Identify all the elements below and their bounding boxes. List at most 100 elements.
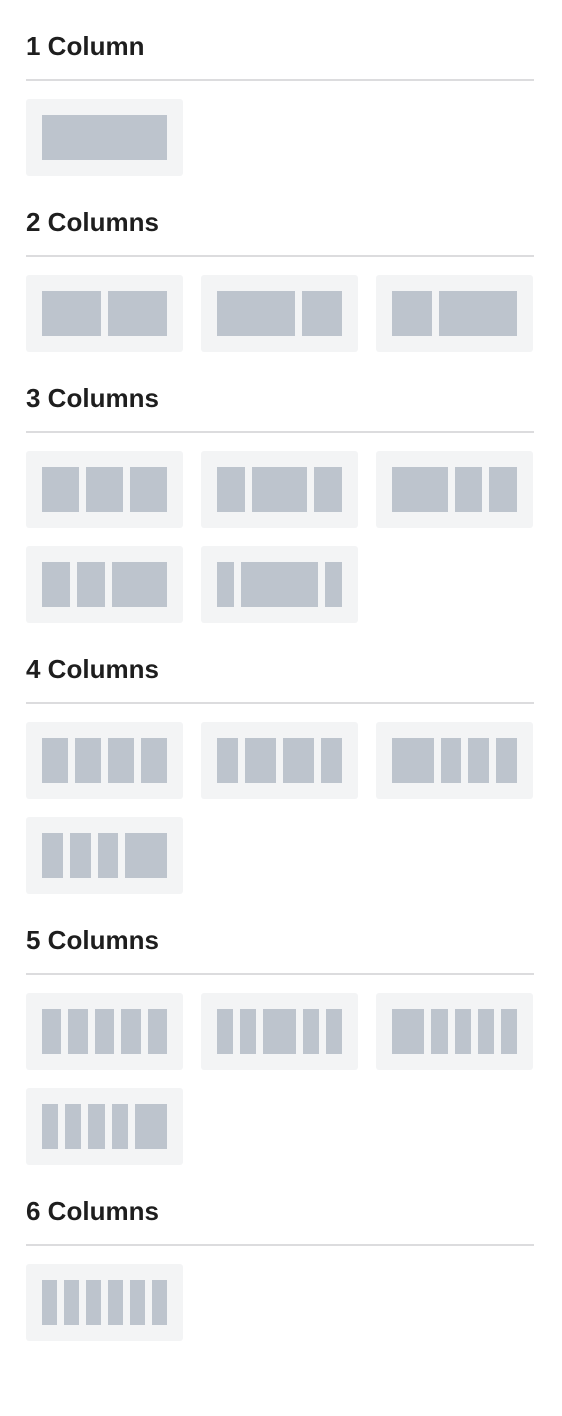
section-divider <box>26 973 534 975</box>
layout-preview <box>42 1280 167 1325</box>
section-title: 6 Columns <box>26 1196 159 1226</box>
layout-option-button[interactable] <box>26 722 183 799</box>
column-block <box>75 738 101 783</box>
column-block <box>42 562 70 607</box>
layout-option-button[interactable] <box>26 99 183 176</box>
column-block <box>314 467 342 512</box>
layout-option-button[interactable] <box>26 275 183 352</box>
section-title: 3 Columns <box>26 383 159 413</box>
column-block <box>392 291 433 336</box>
layout-option-button[interactable] <box>26 1264 183 1341</box>
column-block <box>440 738 462 783</box>
layout-option-button[interactable] <box>201 546 358 623</box>
layout-options <box>26 99 534 176</box>
section-title: 2 Columns <box>26 207 159 237</box>
column-block <box>130 1280 145 1325</box>
column-block <box>302 1009 319 1054</box>
layout-section: 1 Column <box>26 22 534 176</box>
section-divider <box>26 79 534 81</box>
column-block <box>477 1009 494 1054</box>
layout-preview <box>42 1009 168 1054</box>
column-block <box>141 738 167 783</box>
column-block <box>125 833 167 878</box>
layout-option-button[interactable] <box>26 1088 183 1165</box>
section-divider <box>26 702 534 704</box>
layout-option-button[interactable] <box>26 451 183 528</box>
column-block <box>468 738 490 783</box>
column-block <box>108 291 167 336</box>
column-block <box>496 738 517 783</box>
layout-preview <box>217 562 343 607</box>
column-block <box>42 467 79 512</box>
section-divider <box>26 431 534 433</box>
column-block <box>321 738 342 783</box>
layout-preview <box>217 1009 343 1054</box>
column-block <box>42 115 167 160</box>
layout-options <box>26 451 534 623</box>
column-block <box>42 833 63 878</box>
column-block <box>88 1104 105 1149</box>
layout-preview <box>42 738 167 783</box>
column-block <box>121 1009 141 1054</box>
layout-preview <box>42 291 167 336</box>
column-block <box>325 562 343 607</box>
section-divider <box>26 255 534 257</box>
column-block <box>94 1009 115 1054</box>
section-divider <box>26 1244 534 1246</box>
layout-preview <box>217 467 342 512</box>
layout-option-button[interactable] <box>201 275 358 352</box>
layout-options <box>26 722 534 894</box>
layout-option-button[interactable] <box>26 817 183 894</box>
layout-option-button[interactable] <box>376 722 533 799</box>
layout-options <box>26 1264 534 1341</box>
layout-option-button[interactable] <box>26 993 183 1070</box>
column-block <box>111 562 167 607</box>
column-block <box>217 738 238 783</box>
column-block <box>108 1280 123 1325</box>
column-block <box>454 1009 471 1054</box>
layout-preview <box>392 1009 518 1054</box>
column-block <box>42 738 68 783</box>
column-block <box>152 1280 167 1325</box>
column-block <box>64 1280 79 1325</box>
layout-option-button[interactable] <box>376 993 533 1070</box>
column-block <box>392 1009 425 1054</box>
column-block <box>69 833 91 878</box>
column-block <box>86 467 123 512</box>
column-block <box>240 1009 257 1054</box>
column-block <box>42 1104 59 1149</box>
column-block <box>439 291 517 336</box>
section-title: 5 Columns <box>26 925 159 955</box>
layout-section: 4 Columns <box>26 645 534 894</box>
layout-options <box>26 275 534 352</box>
column-block <box>217 467 245 512</box>
column-block <box>431 1009 448 1054</box>
layout-preview <box>42 833 167 878</box>
section-title: 4 Columns <box>26 654 159 684</box>
column-block <box>130 467 167 512</box>
layout-options <box>26 993 534 1165</box>
column-block <box>392 738 434 783</box>
layout-option-button[interactable] <box>376 275 533 352</box>
layout-option-button[interactable] <box>26 546 183 623</box>
column-block <box>392 467 448 512</box>
column-block <box>97 833 119 878</box>
layout-preview <box>217 291 342 336</box>
column-block <box>76 562 105 607</box>
layout-preview <box>42 1104 168 1149</box>
layout-preview <box>392 467 517 512</box>
layout-option-button[interactable] <box>201 722 358 799</box>
column-block <box>301 291 342 336</box>
column-block <box>217 562 234 607</box>
column-block <box>240 562 319 607</box>
layout-option-button[interactable] <box>376 451 533 528</box>
column-layout-picker: 1 Column 2 Columns 3 Columns 4 Columns 5 Col… <box>0 22 534 1341</box>
layout-preview <box>42 562 167 607</box>
layout-preview <box>42 115 167 160</box>
column-block <box>86 1280 101 1325</box>
column-block <box>147 1009 168 1054</box>
layout-preview <box>392 291 517 336</box>
layout-option-button[interactable] <box>201 993 358 1070</box>
section-title: 1 Column <box>26 31 145 61</box>
layout-option-button[interactable] <box>201 451 358 528</box>
